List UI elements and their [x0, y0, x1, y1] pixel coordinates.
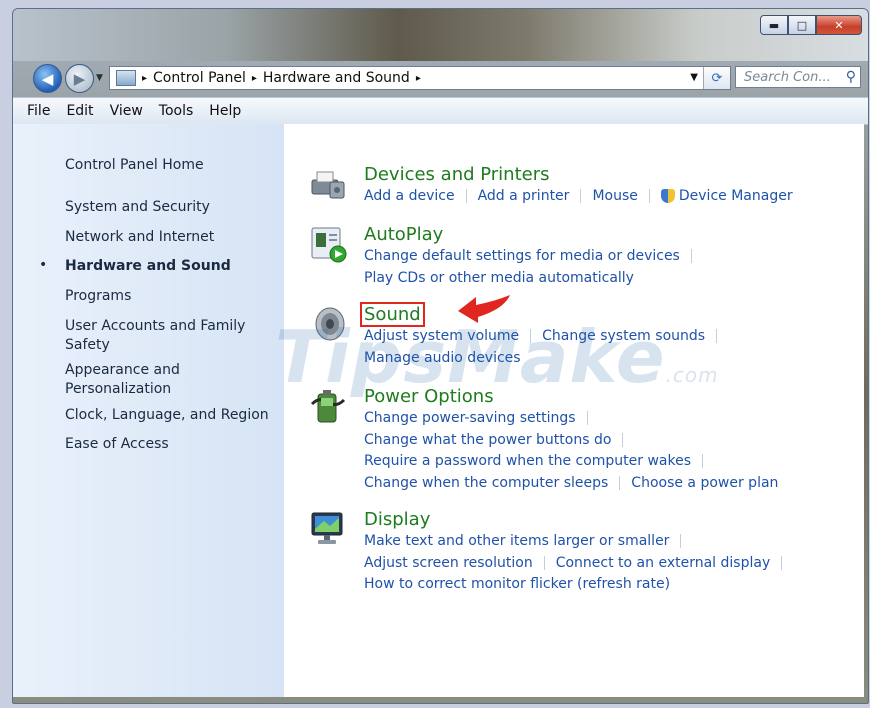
category-title: Sound [360, 302, 728, 327]
link-divider [680, 534, 682, 548]
link-play-cds[interactable]: Play CDs or other media automatically [364, 270, 634, 286]
category-display: Display Make text and other items larger… [311, 509, 793, 596]
link-divider [619, 475, 621, 490]
back-arrow-icon: ◀ [41, 69, 54, 88]
link-external-display[interactable]: Connect to an external display [556, 555, 771, 571]
breadcrumb-separator[interactable]: ▸ [416, 73, 421, 84]
link-add-printer[interactable]: Add a printer [478, 188, 570, 204]
forward-arrow-icon: ▶ [73, 69, 86, 88]
category-title[interactable]: Devices and Printers [364, 164, 793, 186]
sidebar-item-clock-language[interactable]: Clock, Language, and Region [65, 406, 269, 425]
menu-bar: File Edit View Tools Help [13, 97, 868, 125]
minimize-button[interactable]: ▬ [760, 15, 788, 35]
window-controls: ▬ □ ✕ [760, 15, 862, 35]
search-placeholder: Search Con... [744, 69, 831, 85]
menu-tools[interactable]: Tools [159, 103, 194, 119]
control-panel-icon [116, 70, 136, 86]
category-title[interactable]: Power Options [364, 386, 778, 408]
category-devices-printers: Devices and Printers Add a device Add a p… [311, 164, 793, 208]
link-add-device[interactable]: Add a device [364, 188, 455, 204]
speaker-icon [315, 307, 345, 341]
menu-file[interactable]: File [27, 103, 50, 119]
search-input[interactable]: Search Con... ⚲ [735, 66, 861, 88]
breadcrumb-hardware-and-sound[interactable]: Hardware and Sound [263, 70, 410, 86]
menu-view[interactable]: View [110, 103, 143, 119]
category-links: Change power-saving settings Change what… [364, 408, 778, 494]
link-divider [648, 189, 650, 203]
link-divider [580, 189, 582, 203]
link-divider [716, 329, 718, 343]
category-title[interactable]: AutoPlay [364, 224, 703, 246]
link-power-plan[interactable]: Choose a power plan [631, 475, 778, 491]
sidebar: Control Panel Home System and Security N… [13, 124, 284, 697]
category-links: Change default settings for media or dev… [364, 246, 703, 289]
category-links: Adjust system volume Change system sounds… [364, 326, 728, 369]
link-text-size[interactable]: Make text and other items larger or smal… [364, 533, 669, 549]
monitor-icon [311, 512, 343, 544]
history-dropdown-icon[interactable]: ▼ [96, 73, 103, 83]
link-divider [530, 329, 532, 343]
battery-icon [310, 390, 346, 423]
link-divider [586, 411, 588, 425]
sidebar-item-network[interactable]: Network and Internet [65, 228, 214, 247]
navigation-bar: ◀ ▶ ▼ ▸ Control Panel ▸ Hardware and Sou… [13, 63, 868, 93]
address-bar[interactable]: ▸ Control Panel ▸ Hardware and Sound ▸ ▼… [109, 66, 731, 90]
printer-icon [311, 171, 345, 199]
link-divider [465, 189, 467, 203]
link-mouse[interactable]: Mouse [592, 188, 637, 204]
forward-button[interactable]: ▶ [65, 64, 94, 93]
sound-title-link[interactable]: Sound [360, 302, 425, 327]
category-title[interactable]: Display [364, 509, 793, 531]
category-links: Make text and other items larger or smal… [364, 531, 793, 596]
title-bar[interactable]: ▬ □ ✕ [13, 9, 868, 61]
link-divider [690, 249, 692, 263]
breadcrumb-control-panel[interactable]: Control Panel [153, 70, 246, 86]
link-change-system-sounds[interactable]: Change system sounds [542, 328, 705, 344]
menu-help[interactable]: Help [209, 103, 241, 119]
address-dropdown-icon[interactable]: ▼ [690, 72, 698, 83]
sidebar-item-user-accounts[interactable]: User Accounts and Family Safety [65, 317, 255, 355]
category-links: Add a device Add a printer Mouse Device Man… [364, 186, 793, 208]
sidebar-item-system-security[interactable]: System and Security [65, 198, 210, 217]
category-autoplay: AutoPlay Change default settings for med… [311, 224, 703, 289]
link-divider [543, 555, 545, 570]
sidebar-item-hardware-sound[interactable]: Hardware and Sound [65, 257, 231, 276]
shield-icon [660, 189, 675, 203]
search-icon[interactable]: ⚲ [846, 69, 856, 85]
breadcrumb-separator[interactable]: ▸ [142, 73, 147, 84]
annotation-arrow-icon [458, 295, 510, 323]
category-sound: Sound Adjust system volume Change system … [315, 302, 728, 369]
autoplay-icon [311, 227, 347, 263]
link-manage-audio-devices[interactable]: Manage audio devices [364, 350, 521, 366]
category-power-options: Power Options Change power-saving settin… [310, 386, 778, 494]
menu-edit[interactable]: Edit [66, 103, 93, 119]
back-button[interactable]: ◀ [33, 64, 62, 93]
main-content: Devices and Printers Add a device Add a p… [284, 124, 864, 697]
refresh-icon: ⟳ [711, 70, 723, 86]
link-divider [781, 555, 783, 570]
sidebar-item-appearance[interactable]: Appearance and Personalization [65, 361, 215, 399]
link-adjust-volume[interactable]: Adjust system volume [364, 328, 519, 344]
link-device-manager[interactable]: Device Manager [679, 188, 793, 204]
sidebar-item-programs[interactable]: Programs [65, 287, 131, 306]
sidebar-item-home[interactable]: Control Panel Home [65, 156, 204, 175]
link-monitor-flicker[interactable]: How to correct monitor flicker (refresh … [364, 576, 670, 592]
breadcrumb-separator[interactable]: ▸ [252, 73, 257, 84]
refresh-button[interactable]: ⟳ [703, 67, 730, 89]
active-bullet-icon: • [39, 257, 48, 273]
maximize-button[interactable]: □ [788, 15, 816, 35]
sidebar-item-ease-of-access[interactable]: Ease of Access [65, 435, 169, 454]
link-require-password[interactable]: Require a password when the computer wak… [364, 453, 691, 469]
link-computer-sleeps[interactable]: Change when the computer sleeps [364, 475, 608, 491]
link-divider [622, 432, 624, 447]
control-panel-window: ▬ □ ✕ ◀ ▶ ▼ ▸ Control Panel ▸ Hardware a… [12, 8, 869, 704]
link-power-buttons[interactable]: Change what the power buttons do [364, 432, 611, 448]
close-button[interactable]: ✕ [816, 15, 862, 35]
link-power-saving-settings[interactable]: Change power-saving settings [364, 410, 576, 426]
link-screen-resolution[interactable]: Adjust screen resolution [364, 555, 533, 571]
link-divider [702, 454, 704, 468]
link-change-default-settings[interactable]: Change default settings for media or dev… [364, 248, 680, 264]
